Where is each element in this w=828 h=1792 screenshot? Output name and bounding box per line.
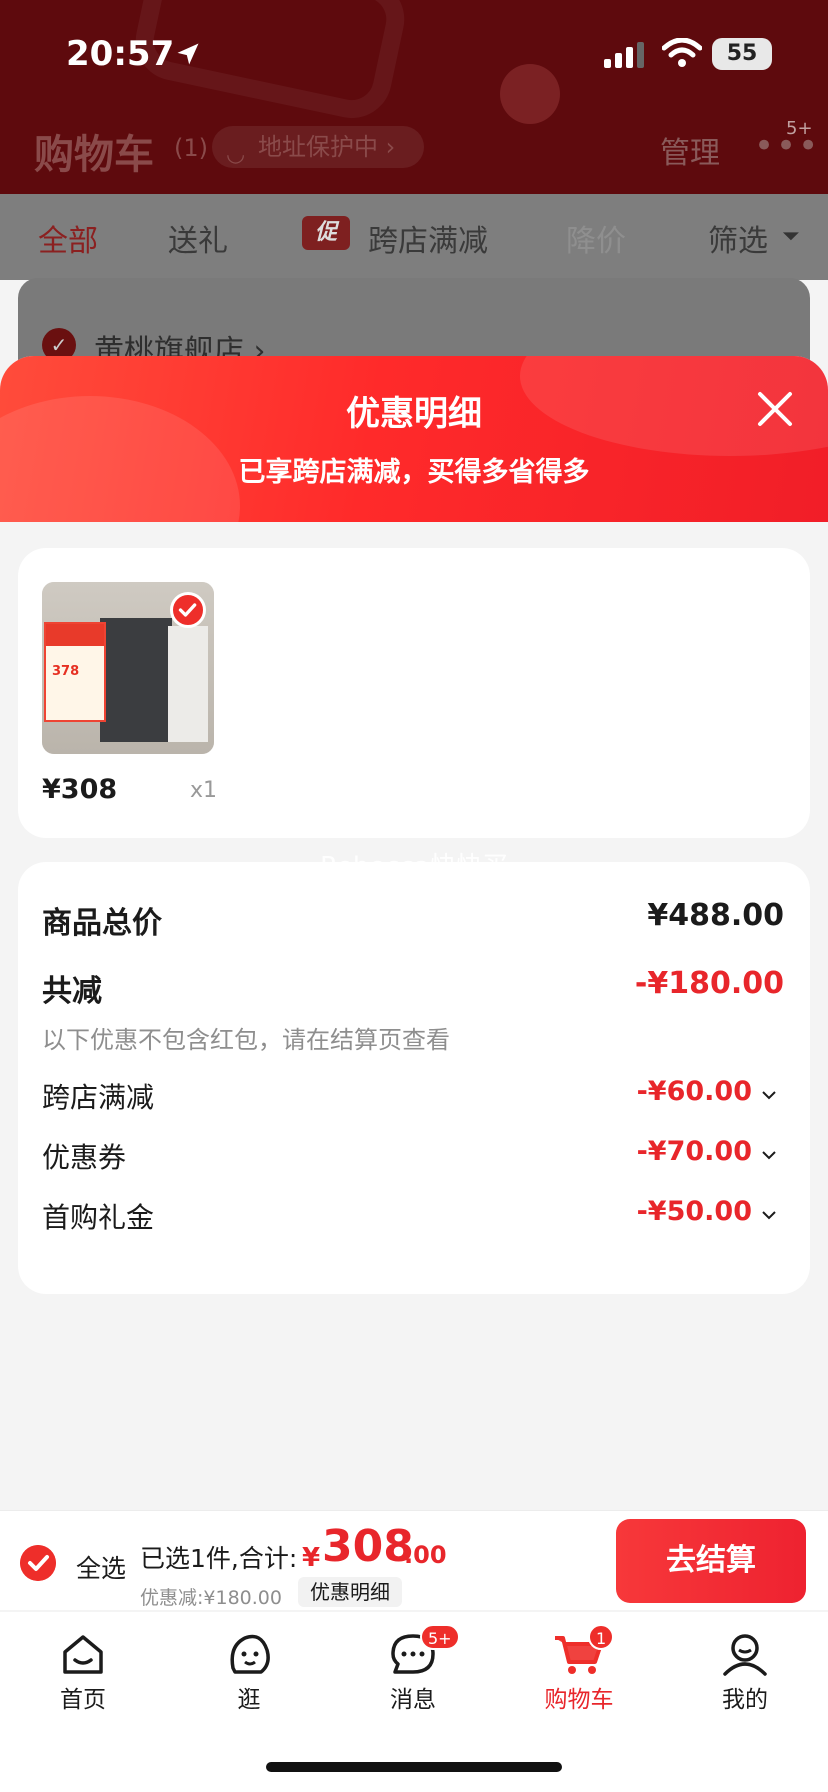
address-protect-pill[interactable]: ◡ 地址保护中 › (212, 126, 424, 168)
home-icon (63, 1635, 103, 1674)
chevron-down-icon[interactable] (760, 1208, 778, 1222)
product-quantity: x1 (190, 778, 218, 803)
product-image[interactable]: 378 (42, 582, 214, 754)
filter-bar: 全部 送礼 促 跨店满减 降价 筛选 ⏷ (0, 194, 828, 280)
total-price-label: 商品总价 (42, 906, 162, 941)
total-reduce-label: 共减 (42, 974, 102, 1009)
more-badge: 5+ (786, 118, 813, 139)
status-bar: 20:57 55 (0, 0, 828, 110)
discount-line-amount[interactable]: -¥60.00 (637, 1076, 752, 1107)
close-icon[interactable] (752, 386, 798, 432)
tab-browse[interactable]: 逛 (184, 1622, 314, 1732)
check-icon[interactable] (170, 592, 206, 628)
tab-home[interactable]: 首页 (18, 1622, 148, 1732)
watermark: Rebecca快快买 (320, 852, 508, 882)
wifi-icon (662, 38, 702, 67)
selected-summary: 已选1件,合计: (140, 1544, 298, 1573)
filter-button[interactable]: 筛选 (708, 216, 768, 260)
smile-icon: ◡ (226, 142, 246, 167)
tab-label: 消息 (390, 1687, 436, 1713)
tab-label: 购物车 (544, 1687, 614, 1713)
total-decimal: .00 (404, 1541, 447, 1569)
product-price: ¥308 (42, 774, 118, 805)
discount-line-label: 优惠券 (42, 1141, 127, 1174)
home-indicator (266, 1762, 562, 1772)
tab-profile[interactable]: 我的 (680, 1622, 810, 1732)
sheet-header: 优惠明细 已享跨店满减，买得多省得多 (0, 356, 828, 522)
tab-price-drop[interactable]: 降价 (566, 216, 626, 260)
battery-icon: 55 (712, 38, 772, 70)
funnel-icon: ⏷ (782, 224, 800, 249)
cart-title: 购物车 (34, 132, 154, 178)
total-price-amount: ¥488.00 (647, 898, 784, 933)
tab-label: 首页 (60, 1687, 106, 1713)
chevron-down-icon[interactable] (760, 1088, 778, 1102)
discount-detail-button[interactable]: 优惠明细 (298, 1577, 402, 1607)
tab-label: 我的 (722, 1687, 768, 1713)
tab-cross-store[interactable]: 跨店满减 (368, 216, 488, 260)
discount-summary-card: 商品总价 ¥488.00 共减 -¥180.00 以下优惠不包含红包，请在结算页… (18, 862, 810, 1294)
browse-icon (230, 1634, 270, 1674)
promo-poster: 378 (44, 622, 106, 722)
product-card: 378 ¥308 x1 (18, 548, 810, 838)
manage-button[interactable]: 管理 (660, 128, 720, 172)
total-currency: ¥ (302, 1543, 321, 1573)
sheet-subtitle: 已享跨店满减，买得多省得多 (238, 457, 590, 488)
total-reduce-amount: -¥180.00 (634, 966, 784, 1001)
checkout-bar: 全选 已选1件,合计: ¥ 308 .00 优惠减:¥180.00 优惠明细 去… (0, 1510, 828, 1610)
tab-cart[interactable]: 购物车 1 (514, 1622, 644, 1732)
chevron-down-icon[interactable] (760, 1148, 778, 1162)
chevron-right-icon: › (385, 133, 396, 161)
shoe-cabinet (100, 618, 172, 742)
tab-messages[interactable]: 消息 5+ (348, 1622, 478, 1732)
tab-gift[interactable]: 送礼 (168, 216, 228, 260)
address-protect-label: 地址保护中 (258, 133, 378, 161)
tab-label: 逛 (237, 1687, 261, 1713)
profile-icon (723, 1634, 767, 1676)
message-badge: 5+ (420, 1624, 460, 1650)
discount-line-label: 首购礼金 (42, 1201, 155, 1234)
checkout-button[interactable]: 去结算 (616, 1519, 806, 1603)
total-amount: 308 (322, 1521, 414, 1572)
status-time: 20:57 (66, 34, 175, 74)
tab-all[interactable]: 全部 (38, 216, 98, 260)
cart-count: (1) (174, 134, 208, 162)
location-arrow-icon (177, 43, 199, 65)
poster-price: 378 (52, 664, 80, 679)
discount-note: 以下优惠不包含红包，请在结算页查看 (42, 1026, 450, 1054)
cart-badge: 1 (588, 1624, 615, 1650)
discount-line-amount[interactable]: -¥70.00 (637, 1136, 752, 1167)
sheet-title: 优惠明细 (346, 394, 482, 434)
discount-reduced: 优惠减:¥180.00 (140, 1587, 282, 1609)
select-all-label[interactable]: 全选 (76, 1549, 126, 1585)
promo-tag: 促 (302, 216, 350, 250)
select-all-check-icon[interactable] (20, 1545, 56, 1581)
discount-line-amount[interactable]: -¥50.00 (637, 1196, 752, 1227)
signal-icon (604, 42, 644, 68)
discount-detail-sheet: 优惠明细 已享跨店满减，买得多省得多 378 ¥308 x1 商品总价 ¥488… (0, 356, 828, 1516)
discount-line-label: 跨店满减 (42, 1081, 155, 1114)
